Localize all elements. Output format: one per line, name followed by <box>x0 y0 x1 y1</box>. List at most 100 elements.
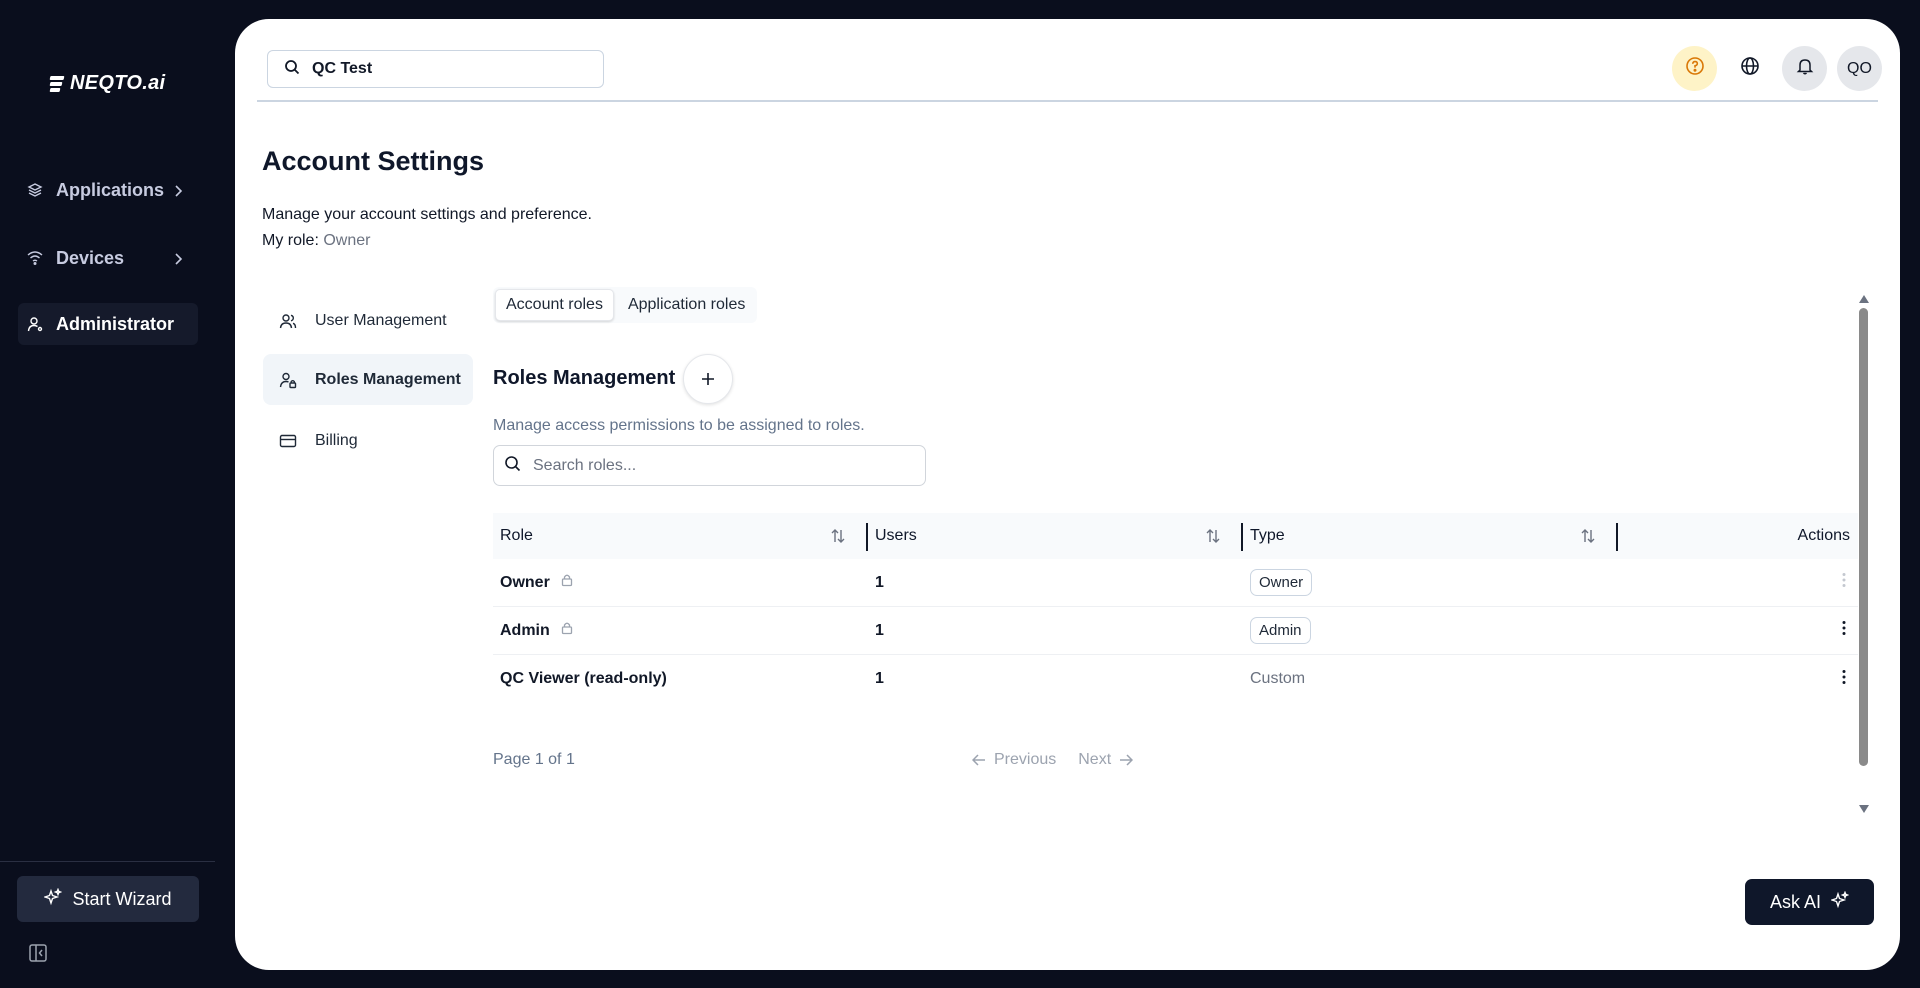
previous-label: Previous <box>994 751 1057 768</box>
role-cell: Owner <box>493 559 868 607</box>
type-cell: Owner <box>1243 559 1618 607</box>
lock-icon <box>560 621 574 640</box>
sort-icon[interactable] <box>830 528 846 549</box>
table-row[interactable]: Admin 1 Admin <box>493 607 1858 655</box>
column-header-type[interactable]: Type <box>1243 513 1618 559</box>
role-cell: Admin <box>493 607 868 655</box>
scroll-up-arrow-icon[interactable] <box>1858 291 1870 309</box>
settings-nav-label: Billing <box>315 431 358 449</box>
settings-nav-user-management[interactable]: User Management <box>263 295 473 346</box>
settings-nav-billing[interactable]: Billing <box>263 415 473 466</box>
more-vertical-icon[interactable] <box>1842 669 1846 690</box>
role-name: Admin <box>500 621 550 639</box>
column-label: Role <box>500 527 533 544</box>
search-icon <box>504 455 521 477</box>
chevron-right-icon <box>172 250 184 271</box>
lock-icon <box>560 573 574 592</box>
actions-cell <box>1618 655 1858 703</box>
start-wizard-label: Start Wizard <box>72 888 172 909</box>
table-header: Role Users Type Actions <box>493 513 1858 559</box>
page-subtitle: Manage your account settings and prefere… <box>262 206 592 223</box>
sidebar-item-label: Administrator <box>56 313 175 334</box>
users-cell: 1 <box>875 573 884 591</box>
settings-nav-label: User Management <box>315 311 447 329</box>
my-role: My role: Owner <box>262 232 370 250</box>
sidebar-item-label: Applications <box>56 179 165 200</box>
sidebar-collapse-icon[interactable] <box>28 943 48 968</box>
sidebar-item-devices[interactable]: Devices <box>18 237 198 279</box>
globe-icon <box>1740 56 1760 81</box>
actions-cell <box>1618 559 1858 607</box>
section-title: Roles Management <box>493 367 676 389</box>
user-icon <box>27 316 43 332</box>
plus-icon <box>701 366 715 392</box>
page-title: Account Settings <box>262 146 485 176</box>
roles-table: Role Users Type Actions Owner 1 Owner Ad… <box>493 513 1858 703</box>
sort-icon[interactable] <box>1580 528 1596 549</box>
avatar[interactable]: QO <box>1837 46 1882 91</box>
previous-button[interactable]: Previous <box>972 751 1056 769</box>
ask-ai-button[interactable]: Ask AI <box>1745 879 1874 925</box>
roles-search-input[interactable]: Search roles... <box>493 445 926 486</box>
help-button[interactable] <box>1672 46 1717 91</box>
tab-account-roles[interactable]: Account roles <box>495 289 614 321</box>
scrollbar-thumb[interactable] <box>1859 308 1868 766</box>
settings-nav-roles-management[interactable]: Roles Management <box>263 354 473 405</box>
users-icon <box>278 311 298 331</box>
type-cell: Admin <box>1243 607 1618 655</box>
arrow-right-icon <box>1119 754 1134 766</box>
add-role-button[interactable] <box>683 354 733 404</box>
next-button[interactable]: Next <box>1078 751 1134 769</box>
credit-card-icon <box>278 431 298 451</box>
workspace-search-value: QC Test <box>312 60 373 77</box>
ask-ai-label: Ask AI <box>1769 891 1822 912</box>
actions-cell <box>1618 607 1858 655</box>
column-header-role[interactable]: Role <box>493 513 868 559</box>
more-vertical-icon[interactable] <box>1842 620 1846 641</box>
sidebar-divider <box>0 861 215 862</box>
role-name: Owner <box>500 573 550 591</box>
column-header-actions: Actions <box>1618 513 1858 559</box>
bell-icon <box>1796 57 1814 80</box>
pager: Previous Next <box>972 751 1134 769</box>
start-wizard-button[interactable]: Start Wizard <box>17 876 199 922</box>
sidebar-item-administrator[interactable]: Administrator <box>18 303 198 345</box>
language-button[interactable] <box>1727 46 1772 91</box>
workspace-search-input[interactable]: QC Test <box>267 50 604 88</box>
my-role-value: Owner <box>323 232 371 249</box>
arrow-left-icon <box>972 754 986 766</box>
pagination-info: Page 1 of 1 <box>493 751 575 768</box>
role-cell: QC Viewer (read-only) <box>493 655 868 703</box>
type-text: Custom <box>1250 670 1306 687</box>
roles-tabs: Account roles Application roles <box>493 287 758 323</box>
notifications-button[interactable] <box>1782 46 1827 91</box>
layers-icon <box>27 182 43 198</box>
top-icons: QO <box>1672 46 1882 91</box>
roles-search-placeholder: Search roles... <box>533 456 637 474</box>
topbar-divider <box>257 100 1878 102</box>
scroll-down-arrow-icon[interactable] <box>1858 801 1870 819</box>
column-label: Actions <box>1797 527 1850 544</box>
sort-icon[interactable] <box>1205 528 1221 549</box>
settings-nav-label: Roles Management <box>315 370 461 388</box>
role-name: QC Viewer (read-only) <box>500 670 667 687</box>
logo[interactable]: NEQTO.ai <box>49 72 165 95</box>
main-panel: QC Test QO Account Settings Manage your … <box>235 19 1900 970</box>
chevron-right-icon <box>172 182 184 203</box>
sparkles-icon <box>1829 890 1850 914</box>
logo-mark-icon <box>49 75 65 93</box>
more-vertical-icon[interactable] <box>1842 572 1846 593</box>
column-label: Users <box>875 527 917 544</box>
table-row[interactable]: QC Viewer (read-only) 1 Custom <box>493 655 1858 703</box>
help-icon <box>1685 56 1705 81</box>
my-role-label: My role: <box>262 232 319 249</box>
sidebar-item-label: Devices <box>56 247 125 268</box>
table-row[interactable]: Owner 1 Owner <box>493 559 1858 607</box>
tab-application-roles[interactable]: Application roles <box>618 289 755 321</box>
section-description: Manage access permissions to be assigned… <box>493 417 865 434</box>
next-label: Next <box>1078 751 1112 768</box>
type-badge: Admin <box>1250 617 1311 644</box>
sparkles-icon <box>43 887 63 911</box>
sidebar-item-applications[interactable]: Applications <box>18 169 198 211</box>
column-header-users[interactable]: Users <box>868 513 1243 559</box>
